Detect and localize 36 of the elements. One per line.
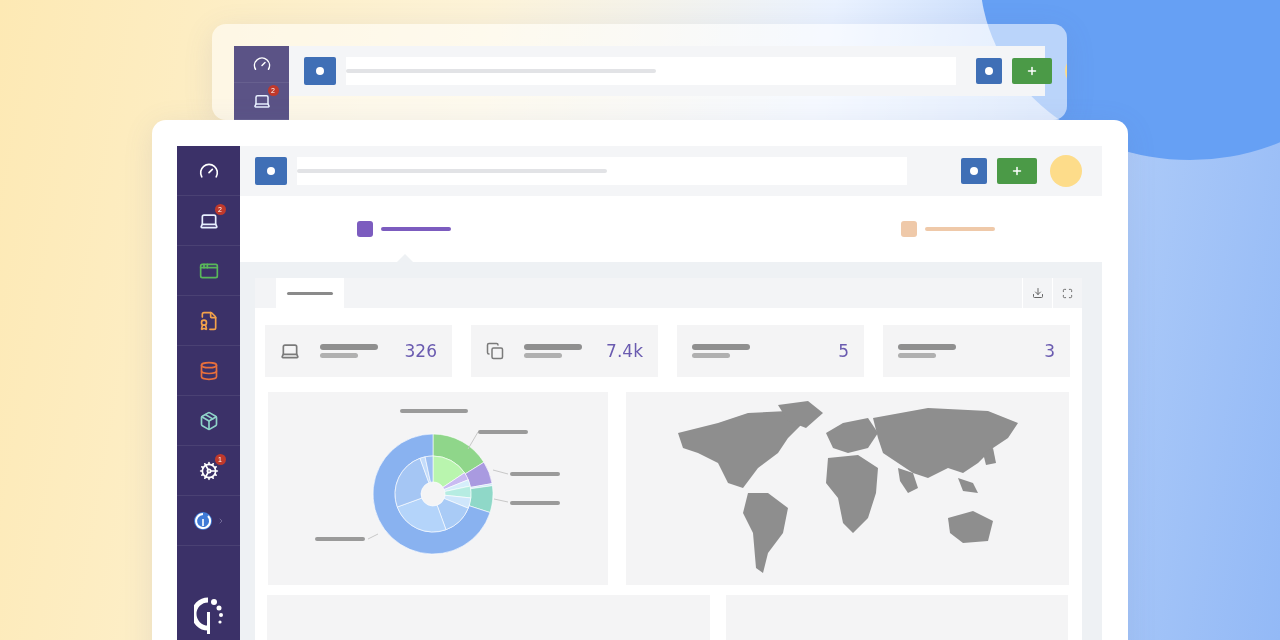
label-placeholder [510,500,560,505]
laptop-icon [280,341,300,361]
database-icon [198,360,219,381]
plus-icon [1011,165,1023,177]
action-button[interactable] [976,58,1002,84]
leader-line [492,469,509,474]
menu-button[interactable] [255,157,287,185]
search-field[interactable] [297,157,907,185]
action-button[interactable] [961,158,987,184]
leader-line [467,431,479,449]
panel-tab[interactable] [276,278,344,308]
certificate-icon [198,310,219,331]
label-placeholder [478,429,528,434]
add-button[interactable] [1012,58,1052,84]
search-field[interactable] [346,57,956,85]
plus-icon [1026,65,1038,77]
label-placeholder [510,471,560,476]
box-icon [198,410,219,431]
stat-value: 326 [404,341,437,361]
stat-value: 3 [1044,341,1055,361]
download-icon [1031,287,1044,299]
add-button[interactable] [997,158,1037,184]
leader-line [367,533,379,539]
label-placeholder [315,536,365,541]
stat-value: 7.4k [606,341,643,361]
stat-value: 5 [838,341,849,361]
menu-button[interactable] [304,57,336,85]
fullscreen-icon [1062,287,1073,299]
logo-icon [193,596,224,636]
copies-icon [486,342,504,360]
laptop-icon [252,92,271,110]
logo-icon [192,510,213,531]
gears-icon [198,460,219,481]
leader-line [493,498,509,502]
label-placeholder [400,408,468,413]
gauge-icon [252,55,271,73]
